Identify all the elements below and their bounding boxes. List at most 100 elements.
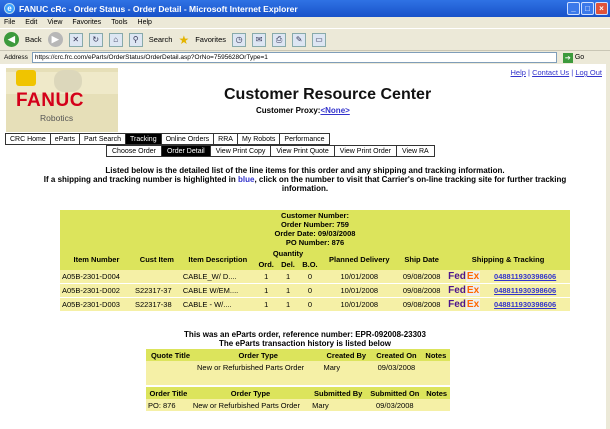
menu-file[interactable]: File (4, 19, 15, 26)
tab-tracking[interactable]: Tracking (125, 133, 162, 145)
logout-link[interactable]: Log Out (575, 68, 602, 77)
menu-edit[interactable]: Edit (25, 19, 37, 26)
col-item-number: Item Number (60, 248, 133, 270)
fedex-logo-icon: FedEx (448, 285, 481, 296)
refresh-icon[interactable]: ↻ (88, 32, 103, 47)
proxy-link[interactable]: <None> (320, 106, 349, 115)
tracking-link[interactable]: 048811930398606 (494, 286, 556, 295)
tab-performance[interactable]: Performance (279, 133, 330, 145)
eparts-reference: This was an eParts order, reference numb… (184, 330, 426, 339)
tab-my-robots[interactable]: My Robots (236, 133, 281, 145)
tab-view-print-copy[interactable]: View Print Copy (209, 145, 272, 157)
search-label[interactable]: Search (149, 35, 173, 44)
item-number: A05B-2301-D002 (60, 283, 133, 298)
page-title: Customer Resource Center (224, 86, 432, 103)
tracking-cell: 048811930398606 (492, 283, 570, 298)
order-title: PO: 876 (146, 399, 191, 411)
instructions-line2: If a shipping and tracking number is hig… (0, 175, 610, 184)
address-label: Address (4, 54, 28, 61)
close-icon[interactable]: × (595, 2, 608, 15)
address-input[interactable]: https://crc.frc.com/eParts/OrderStatus/O… (31, 52, 557, 63)
tracking-link[interactable]: 048811930398606 (494, 300, 556, 309)
col-cust-item: Cust Item (132, 248, 181, 270)
robot-image-grey (54, 70, 82, 92)
mail-icon[interactable]: ✉ (252, 32, 267, 47)
col-quantity: Quantity (254, 248, 322, 259)
col-bo: B.O. (298, 259, 322, 270)
fedex-logo-icon: FedEx (448, 299, 481, 310)
folder-icon[interactable]: ▭ (312, 32, 327, 47)
tab-rra[interactable]: RRA (213, 133, 238, 145)
fanuc-logo[interactable]: FANUC Robotics (6, 68, 118, 132)
tab-order-detail[interactable]: Order Detail (160, 145, 211, 157)
robot-image-yellow (16, 70, 36, 86)
minimize-icon[interactable]: _ (567, 2, 580, 15)
edit-icon[interactable]: ✎ (292, 32, 307, 47)
tracking-link[interactable]: 048811930398606 (494, 272, 556, 281)
tab-view-print-order[interactable]: View Print Order (333, 145, 398, 157)
menu-tools[interactable]: Tools (111, 19, 127, 26)
qty-del: 1 (277, 283, 299, 298)
back-label[interactable]: Back (25, 35, 42, 44)
stop-icon[interactable]: ✕ (68, 32, 83, 47)
submitted-on: 09/03/2008 (366, 399, 424, 411)
ship-date: 09/08/2008 (397, 270, 447, 284)
carrier-logo: FedEx (446, 283, 493, 298)
contact-link[interactable]: Contact Us (532, 68, 569, 77)
col-ord: Ord. (254, 259, 278, 270)
table-row: PO: 876 New or Refurbished Parts Order M… (146, 399, 450, 411)
order-date: Order Date: 09/03/2008 (274, 229, 356, 238)
tab-online-orders[interactable]: Online Orders (160, 133, 215, 145)
created-on: 09/03/2008 (371, 361, 422, 373)
logo-brand: FANUC (16, 90, 84, 111)
col-del: Del. (277, 259, 299, 270)
col-order-title: Order Title (146, 387, 191, 399)
qty-ord: 1 (254, 270, 278, 284)
notes (421, 361, 450, 373)
tab-part-search[interactable]: Part Search (79, 133, 126, 145)
maximize-icon[interactable]: □ (581, 2, 594, 15)
qty-ord: 1 (254, 283, 278, 298)
proxy-label: Customer Proxy: (256, 106, 321, 115)
go-button[interactable]: ➔ Go (562, 52, 584, 63)
page-content: FANUC Robotics Help | Contact Us | Log O… (0, 64, 610, 429)
menu-view[interactable]: View (47, 19, 62, 26)
history-icon[interactable]: ◷ (232, 32, 247, 47)
quote-title (146, 361, 195, 373)
primary-tabs: CRC Home eParts Part Search Tracking Onl… (5, 133, 330, 145)
table-row: A05B-2301-D003 S22317-38 CABLE - W/.... … (60, 297, 570, 312)
instructions-line3: information. (281, 184, 329, 193)
order-summary: Customer Number: Order Number: 759 Order… (60, 210, 570, 248)
logo-subtitle: Robotics (40, 113, 74, 123)
col-notes: Notes (423, 387, 450, 399)
address-bar: Address https://crc.frc.com/eParts/Order… (0, 50, 610, 64)
menu-help[interactable]: Help (138, 19, 152, 26)
tab-choose-order[interactable]: Choose Order (106, 145, 162, 157)
vertical-scrollbar[interactable] (606, 64, 610, 429)
menu-favorites[interactable]: Favorites (72, 19, 101, 26)
instructions-line2-post: , click on the number to visit that Carr… (254, 175, 567, 184)
col-planned-delivery: Planned Delivery (321, 248, 398, 270)
favorites-label[interactable]: Favorites (195, 35, 226, 44)
planned-delivery: 10/01/2008 (321, 297, 398, 312)
search-icon[interactable]: ⚲ (128, 32, 143, 47)
forward-icon[interactable]: ▶ (47, 32, 63, 47)
tab-eparts[interactable]: eParts (49, 133, 81, 145)
tab-view-ra[interactable]: View RA (396, 145, 435, 157)
menu-bar: File Edit View Favorites Tools Help (0, 17, 610, 28)
back-icon[interactable]: ◀ (4, 32, 19, 47)
instructions-line1: Listed below is the detailed list of the… (105, 166, 505, 175)
col-quote-title: Quote Title (146, 349, 195, 361)
submitted-by: Mary (310, 399, 367, 411)
notes (423, 399, 450, 411)
tab-crc-home[interactable]: CRC Home (5, 133, 51, 145)
favorites-icon[interactable]: ★ (178, 33, 189, 47)
col-item-description: Item Description (180, 248, 255, 270)
help-link[interactable]: Help (511, 68, 526, 77)
print-icon[interactable]: ⎙ (272, 32, 287, 47)
tab-view-print-quote[interactable]: View Print Quote (270, 145, 335, 157)
home-icon[interactable]: ⌂ (108, 32, 123, 47)
item-description: CABLE - W/.... (180, 297, 255, 312)
item-number: A05B-2301-D004 (60, 270, 133, 284)
customer-number: Customer Number: (281, 211, 349, 220)
